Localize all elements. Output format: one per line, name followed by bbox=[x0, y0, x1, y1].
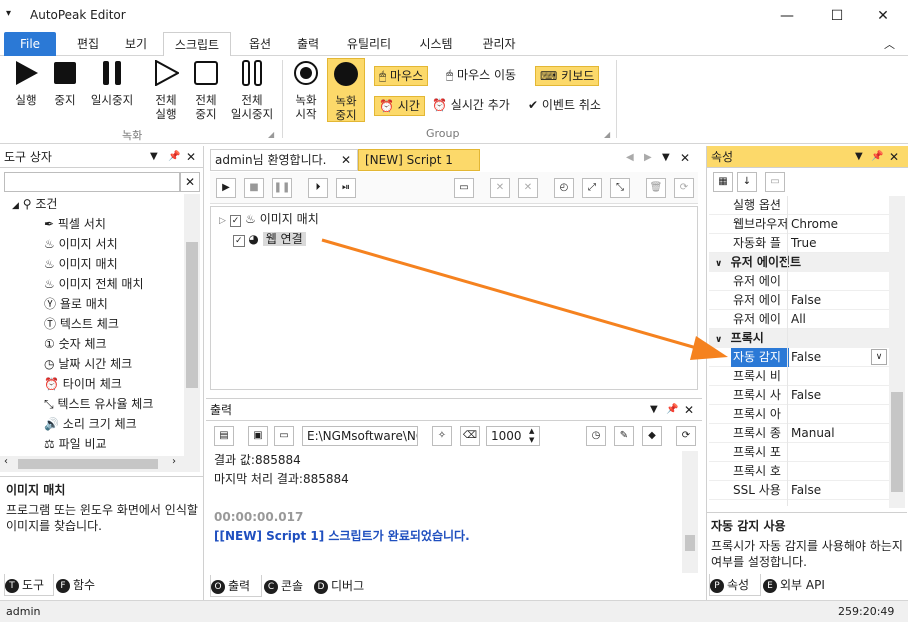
status-user: admin bbox=[6, 605, 41, 618]
status-time: 259:20:49 bbox=[838, 605, 895, 618]
status-bar: admin 259:20:49 bbox=[0, 600, 908, 622]
annotation-arrow bbox=[321, 238, 728, 360]
